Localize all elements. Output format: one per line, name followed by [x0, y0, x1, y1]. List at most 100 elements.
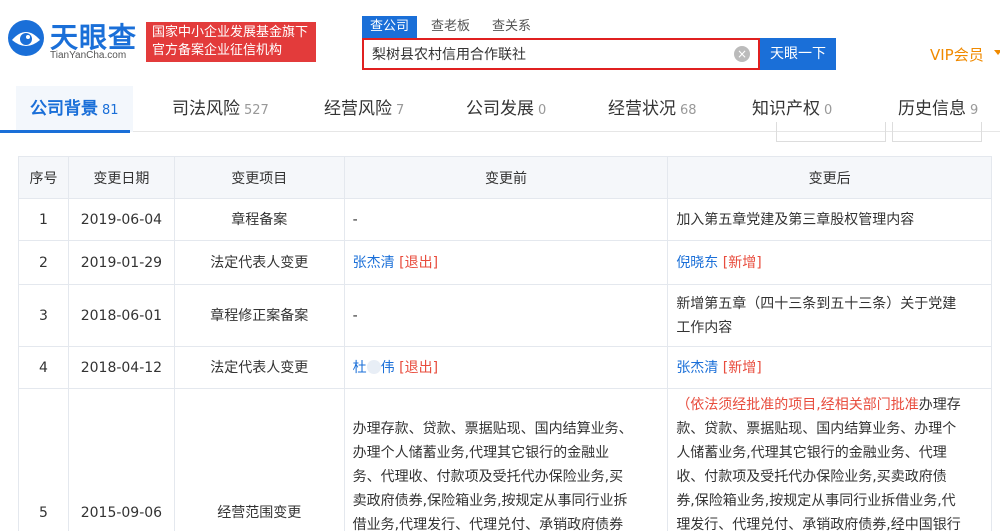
- cell-date: 2019-06-04: [67, 198, 175, 241]
- logo-eye-icon: [8, 20, 44, 56]
- logo-domain: TianYanCha.com: [50, 50, 127, 61]
- status-tag: [新增]: [722, 359, 762, 376]
- name-part: 杜: [352, 359, 367, 376]
- change-record-table: 序号 变更日期 变更项目 变更前 变更后 1 2019-06-04 章程备案 -…: [18, 156, 992, 531]
- person-link[interactable]: 杜伟: [352, 359, 395, 376]
- after-line: 新增第五章（四十三条到五十三条）关于党建: [676, 295, 957, 312]
- logo[interactable]: 天眼查 TianYanCha.com: [6, 14, 146, 64]
- before-line: 务、代理收、付款项及受托代办保险业务,买: [352, 469, 624, 485]
- table-row: 4 2018-04-12 法定代表人变更 杜伟 [退出] 张杰清 [新增]: [18, 346, 992, 389]
- col-header-no: 序号: [18, 156, 69, 199]
- nav-label: 知识产权: [752, 99, 820, 119]
- cell-item: 经营范围变更: [173, 388, 345, 531]
- cell-after: （依法须经批准的项目,经相关部门批准办理存 款、贷款、票据贴现、国内结算业务、办…: [667, 388, 992, 531]
- top-header: 天眼查 TianYanCha.com 国家中小企业发展基金旗下 官方备案企业征信…: [0, 0, 1000, 80]
- cell-no: 3: [18, 284, 69, 347]
- cell-after: 倪晓东 [新增]: [667, 240, 992, 285]
- name-part: 伟: [380, 359, 395, 376]
- masked-char: [366, 359, 381, 374]
- nav-count: 0: [824, 103, 833, 118]
- nav-label: 公司背景: [30, 99, 98, 119]
- after-line: 款、贷款、票据贴现、国内结算业务、办理个: [676, 421, 957, 437]
- cell-before: 杜伟 [退出]: [343, 346, 669, 389]
- cell-no: 4: [18, 346, 69, 389]
- search-box: ×: [362, 38, 760, 70]
- person-link[interactable]: 张杰清: [676, 360, 718, 376]
- table-row: 2 2019-01-29 法定代表人变更 张杰清 [退出] 倪晓东 [新增]: [18, 240, 992, 285]
- nav-count: 9: [970, 103, 979, 118]
- after-line: 人储蓄业务,代理其它银行的金融业务、代理: [676, 445, 947, 461]
- cell-after: 新增第五章（四十三条到五十三条）关于党建 工作内容: [667, 284, 992, 347]
- nav-active-indicator: [0, 130, 130, 133]
- after-line: 收、付款项及受托代办保险业务,买卖政府债: [676, 469, 947, 485]
- nav-label: 历史信息: [898, 99, 966, 119]
- table-header-row: 序号 变更日期 变更项目 变更前 变更后: [18, 156, 992, 199]
- cell-item: 章程备案: [173, 198, 345, 241]
- after-highlight: （依法须经批准的项目,经相关部门批准: [676, 397, 919, 413]
- cell-date: 2018-04-12: [67, 346, 175, 389]
- filter-box[interactable]: [776, 122, 886, 142]
- nav-count: 81: [102, 103, 119, 118]
- after-line: （依法须经批准的项目,经相关部门批准办理存: [676, 393, 983, 417]
- cell-before: 张杰清 [退出]: [343, 240, 669, 285]
- before-line: 卖政府债券,保险箱业务,按规定从事同行业拆: [352, 493, 628, 509]
- nav-label: 公司发展: [466, 99, 534, 119]
- nav-label: 经营风险: [324, 99, 392, 119]
- after-line: 券,保险箱业务,按规定从事同行业拆借业务,代: [676, 493, 956, 509]
- nav-label: 经营状况: [608, 99, 676, 119]
- filter-box[interactable]: [892, 122, 982, 142]
- cell-date: 2015-09-06: [67, 388, 175, 531]
- cell-before: -: [343, 284, 669, 347]
- status-tag: [新增]: [722, 254, 762, 271]
- cell-item: 法定代表人变更: [173, 346, 345, 389]
- person-link[interactable]: 张杰清: [353, 255, 395, 271]
- cell-item: 章程修正案备案: [173, 284, 345, 347]
- nav-label: 司法风险: [172, 99, 240, 119]
- after-text: 办理存: [918, 397, 961, 413]
- caret-down-icon[interactable]: [994, 50, 1000, 55]
- search-tabs: 查公司 查老板 查关系: [362, 16, 545, 38]
- cell-no: 2: [18, 240, 69, 285]
- nav-count: 7: [396, 103, 405, 118]
- after-line: 理发行、代理兑付、承销政府债券,经中国银行: [676, 517, 961, 531]
- search-button[interactable]: 天眼一下: [760, 38, 836, 70]
- before-line: 办理存款、贷款、票据贴现、国内结算业务、: [352, 421, 633, 437]
- col-header-before: 变更前: [343, 156, 669, 199]
- search-input[interactable]: [364, 40, 724, 68]
- cell-after: 加入第五章党建及第三章股权管理内容: [667, 198, 992, 241]
- nav-operation-status[interactable]: 经营状况 68: [608, 86, 697, 132]
- status-tag: [退出]: [399, 359, 439, 376]
- cell-after: 张杰清 [新增]: [667, 346, 992, 389]
- cell-before: -: [343, 198, 669, 241]
- nav-company-background[interactable]: 公司背景 81: [16, 86, 133, 132]
- person-link[interactable]: 倪晓东: [676, 255, 718, 271]
- cell-date: 2019-01-29: [67, 240, 175, 285]
- cell-no: 5: [18, 388, 69, 531]
- nav-operation-risk[interactable]: 经营风险 7: [324, 86, 404, 132]
- col-header-after: 变更后: [667, 156, 992, 199]
- cell-no: 1: [18, 198, 69, 241]
- clear-icon[interactable]: ×: [734, 46, 750, 62]
- table-row: 5 2015-09-06 经营范围变更 办理存款、贷款、票据贴现、国内结算业务、…: [18, 388, 992, 531]
- nav-company-development[interactable]: 公司发展 0: [466, 86, 546, 132]
- nav-count: 0: [538, 103, 547, 118]
- search-tab-company[interactable]: 查公司: [362, 16, 418, 38]
- vip-link[interactable]: VIP会员: [930, 44, 984, 65]
- cell-before: 办理存款、贷款、票据贴现、国内结算业务、 办理个人储蓄业务,代理其它银行的金融业…: [343, 388, 669, 531]
- before-line: 借业务,代理发行、代理兑付、承销政府债券: [352, 517, 624, 531]
- nav-legal-risk[interactable]: 司法风险 527: [172, 86, 269, 132]
- after-line: 工作内容: [676, 319, 733, 336]
- search-tab-relation[interactable]: 查关系: [484, 16, 539, 38]
- cell-item: 法定代表人变更: [173, 240, 345, 285]
- col-header-date: 变更日期: [67, 156, 175, 199]
- search-tab-boss[interactable]: 查老板: [423, 16, 478, 38]
- table-row: 1 2019-06-04 章程备案 - 加入第五章党建及第三章股权管理内容: [18, 198, 992, 241]
- col-header-item: 变更项目: [173, 156, 345, 199]
- official-badge: 国家中小企业发展基金旗下 官方备案企业征信机构: [146, 22, 316, 62]
- cell-date: 2018-06-01: [67, 284, 175, 347]
- before-line: 办理个人储蓄业务,代理其它银行的金融业: [352, 445, 610, 461]
- table-row: 3 2018-06-01 章程修正案备案 - 新增第五章（四十三条到五十三条）关…: [18, 284, 992, 347]
- nav-count: 68: [680, 103, 697, 118]
- badge-line-1: 国家中小企业发展基金旗下: [152, 25, 309, 40]
- status-tag: [退出]: [399, 254, 439, 271]
